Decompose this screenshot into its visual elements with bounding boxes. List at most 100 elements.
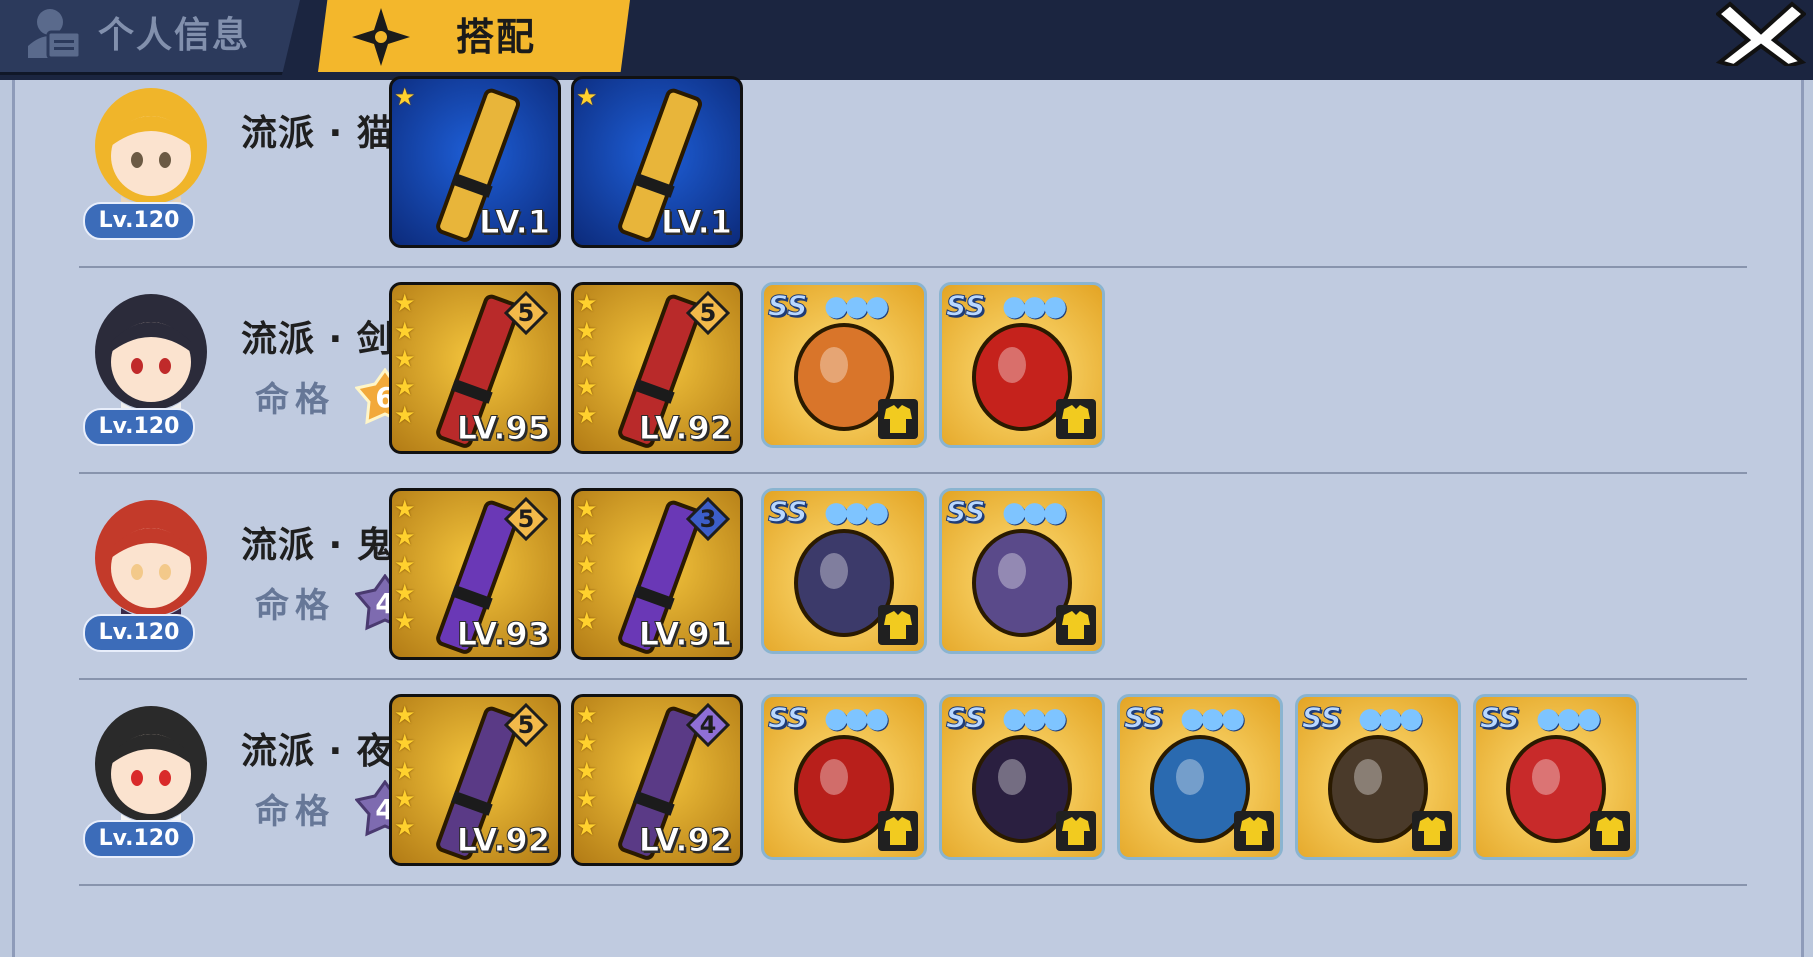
shirt-icon — [878, 811, 918, 851]
weapon-slot[interactable]: ★ ★ ★ ★ ★ 5 LV.95 — [389, 282, 561, 454]
star-icon: ★ — [576, 495, 598, 523]
weapon-slot[interactable]: ★ ★ ★ ★ ★ 3 LV.91 — [571, 488, 743, 660]
shirt-icon — [1056, 605, 1096, 645]
star-icon: ★ — [576, 401, 598, 429]
equipment-slot[interactable]: SS ●●● — [939, 282, 1105, 448]
weapon-level: LV.95 — [456, 409, 550, 448]
weapon-level: LV.92 — [456, 821, 550, 860]
weapon-stars: ★ — [576, 83, 604, 111]
row-divider — [79, 472, 1747, 474]
equipment-grade: SS — [1301, 701, 1342, 735]
weapon-rank-value: 5 — [517, 711, 535, 739]
tab-profile[interactable]: 个人信息 — [0, 0, 300, 75]
star-icon: ★ — [576, 813, 598, 841]
tab-profile-label: 个人信息 — [98, 15, 251, 56]
star-icon: ★ — [394, 701, 416, 729]
soul-gems-icon: ●●● — [1358, 701, 1423, 734]
fate-label: 命格 — [255, 792, 335, 832]
star-icon: ★ — [576, 551, 598, 579]
weapon-level: LV.92 — [638, 409, 732, 448]
weapon-slot[interactable]: ★ LV.1 — [389, 76, 561, 248]
star-icon: ★ — [576, 83, 598, 111]
loadout-panel: Lv.120 流派 · 猫太 ★ LV.1 ★ LV.1 Lv.120 流派 · 剑心 命格 6 ★… — [12, 76, 1804, 957]
shirt-icon — [1056, 399, 1096, 439]
star-icon: ★ — [576, 345, 598, 373]
character-row: Lv.120 流派 · 剑心 命格 6 ★ ★ ★ ★ ★ 5 LV.95 ★ ★ ★ ★ ★ 5 LV.92 SS… — [15, 282, 1801, 488]
weapon-slot[interactable]: ★ ★ ★ ★ ★ 5 LV.92 — [571, 282, 743, 454]
equipment-slot[interactable]: SS ●●● — [761, 694, 927, 860]
tab-loadout[interactable]: 搭配 — [318, 0, 630, 72]
star-icon: ★ — [394, 289, 416, 317]
profile-card-icon — [28, 9, 82, 60]
weapon-level: LV.92 — [638, 821, 732, 860]
shirt-icon — [1412, 811, 1452, 851]
soul-gems-icon: ●●● — [1002, 289, 1067, 322]
equipment-slot[interactable]: SS ●●● — [939, 488, 1105, 654]
soul-gems-icon: ●●● — [824, 289, 889, 322]
equipment-grade: SS — [945, 289, 986, 323]
equipment-grade: SS — [767, 701, 808, 735]
star-icon: ★ — [394, 729, 416, 757]
equipment-slot[interactable]: SS ●●● — [1473, 694, 1639, 860]
row-divider — [79, 678, 1747, 680]
weapon-stars: ★ ★ ★ ★ ★ — [576, 495, 604, 635]
character-row: Lv.120 流派 · 夜叉 命格 4 ★ ★ ★ ★ ★ 5 LV.92 ★ ★ ★ ★ ★ 4 LV.92 SS… — [15, 694, 1801, 900]
star-icon: ★ — [394, 523, 416, 551]
weapon-rank-value: 5 — [699, 299, 717, 327]
soul-gems-icon: ●●● — [1002, 495, 1067, 528]
weapon-slot[interactable]: ★ ★ ★ ★ ★ 5 LV.93 — [389, 488, 561, 660]
shirt-icon — [1234, 811, 1274, 851]
star-icon: ★ — [394, 495, 416, 523]
equipment-slot[interactable]: SS ●●● — [761, 488, 927, 654]
row-divider — [79, 266, 1747, 268]
soul-gems-icon: ●●● — [1536, 701, 1601, 734]
star-icon: ★ — [576, 523, 598, 551]
equipment-slot[interactable]: SS ●●● — [761, 282, 927, 448]
equipment-grade: SS — [767, 289, 808, 323]
equipment-slot[interactable]: SS ●●● — [1295, 694, 1461, 860]
star-icon: ★ — [394, 345, 416, 373]
star-icon: ★ — [394, 401, 416, 429]
weapon-slot[interactable]: ★ ★ ★ ★ ★ 4 LV.92 — [571, 694, 743, 866]
star-icon: ★ — [394, 785, 416, 813]
row-divider — [79, 884, 1747, 886]
shirt-icon — [878, 605, 918, 645]
character-level-badge: Lv.120 — [83, 408, 195, 446]
fate-label: 命格 — [255, 380, 335, 420]
star-icon: ★ — [576, 289, 598, 317]
soul-gems-icon: ●●● — [1180, 701, 1245, 734]
weapon-rank-value: 3 — [699, 505, 717, 533]
character-level-badge: Lv.120 — [83, 202, 195, 240]
weapon-slot[interactable]: ★ LV.1 — [571, 76, 743, 248]
weapon-level: LV.1 — [660, 203, 732, 242]
star-icon: ★ — [576, 757, 598, 785]
star-icon: ★ — [394, 813, 416, 841]
weapon-rank-badge: 5 — [503, 702, 549, 748]
star-icon: ★ — [394, 579, 416, 607]
star-icon: ★ — [394, 317, 416, 345]
character-level-badge: Lv.120 — [83, 614, 195, 652]
shuriken-icon — [352, 8, 410, 66]
fate-label: 命格 — [255, 586, 335, 626]
shirt-icon — [1056, 811, 1096, 851]
soul-gems-icon: ●●● — [824, 495, 889, 528]
star-icon: ★ — [394, 373, 416, 401]
weapon-stars: ★ ★ ★ ★ ★ — [576, 289, 604, 429]
equipment-slot[interactable]: SS ●●● — [1117, 694, 1283, 860]
weapon-rank-value: 4 — [699, 711, 717, 739]
weapon-rank-value: 5 — [517, 299, 535, 327]
equipment-grade: SS — [945, 495, 986, 529]
equipment-slot[interactable]: SS ●●● — [939, 694, 1105, 860]
soul-gems-icon: ●●● — [824, 701, 889, 734]
weapon-rank-badge: 5 — [685, 290, 731, 336]
weapon-rank-badge: 4 — [685, 702, 731, 748]
weapon-slot[interactable]: ★ ★ ★ ★ ★ 5 LV.92 — [389, 694, 561, 866]
weapon-rank-badge: 3 — [685, 496, 731, 542]
star-icon: ★ — [576, 729, 598, 757]
equipment-grade: SS — [1479, 701, 1520, 735]
top-bar: 个人信息 搭配 — [0, 0, 1813, 80]
weapon-stars: ★ ★ ★ ★ ★ — [394, 289, 422, 429]
close-icon[interactable] — [1716, 0, 1806, 66]
star-icon: ★ — [394, 757, 416, 785]
character-row: Lv.120 流派 · 鬼斩 命格 4 ★ ★ ★ ★ ★ 5 LV.93 ★ ★ ★ ★ ★ 3 LV.91 SS… — [15, 488, 1801, 694]
